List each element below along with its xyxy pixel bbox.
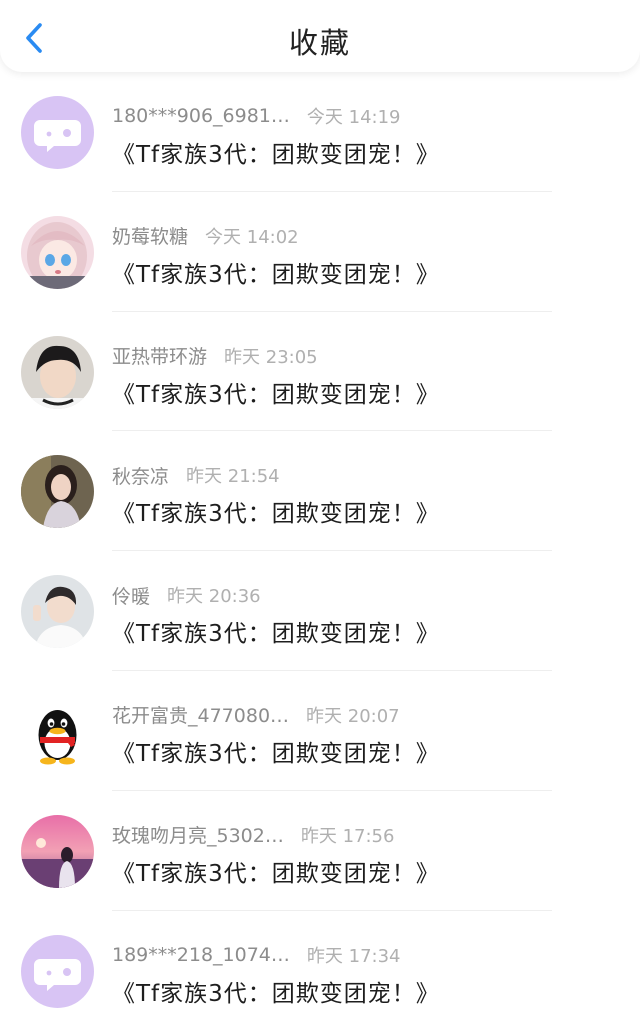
timestamp: 今天 14:02	[205, 226, 299, 248]
girl-avatar-image	[21, 455, 94, 529]
list-item[interactable]: 玫瑰吻月亮_5302… 昨天 17:56 《Tf家族3代：团欺变团宠！》	[0, 791, 640, 911]
avatar[interactable]	[21, 934, 94, 1008]
username[interactable]: 玫瑰吻月亮_5302…	[112, 821, 284, 848]
item-title: 《Tf家族3代：团欺变团宠！》	[112, 501, 440, 528]
sunset-girl-avatar-image	[21, 814, 94, 888]
list-item[interactable]: 189***218_1074… 昨天 17:34 《Tf家族3代：团欺变团宠！》	[0, 911, 640, 1030]
item-title: 《Tf家族3代：团欺变团宠！》	[112, 142, 440, 168]
username[interactable]: 亚热带环游	[112, 342, 207, 369]
avatar[interactable]	[21, 96, 94, 169]
header-bar: 收藏	[0, 0, 640, 72]
username[interactable]: 189***218_1074…	[112, 944, 290, 966]
qq-penguin-icon	[21, 694, 94, 768]
item-title: 《Tf家族3代：团欺变团宠！》	[112, 261, 440, 288]
page-title: 收藏	[288, 26, 351, 60]
item-meta: 玫瑰吻月亮_5302… 昨天 17:56	[112, 822, 394, 848]
item-meta: 秋奈凉 昨天 21:54	[112, 462, 280, 488]
username[interactable]: 秋奈凉	[112, 462, 169, 489]
timestamp: 今天 14:19	[306, 107, 401, 128]
item-title: 《Tf家族3代：团欺变团宠！》	[112, 381, 440, 408]
chat-bubble-avatar-icon	[21, 934, 94, 1008]
list-item[interactable]: 亚热带环游 昨天 23:05 《Tf家族3代：团欺变团宠！》	[0, 312, 640, 432]
timestamp: 昨天 21:54	[186, 466, 280, 488]
chat-bubble-avatar-icon	[21, 96, 94, 169]
username[interactable]: 180***906_6981…	[112, 105, 290, 127]
avatar[interactable]	[21, 694, 94, 768]
anime-girl-avatar-image	[21, 215, 94, 289]
timestamp: 昨天 23:05	[224, 346, 318, 368]
item-meta: 伶暖 昨天 20:36	[112, 582, 261, 608]
item-title: 《Tf家族3代：团欺变团宠！》	[112, 621, 440, 648]
item-meta: 亚热带环游 昨天 23:05	[112, 343, 318, 369]
timestamp: 昨天 20:07	[306, 705, 400, 727]
item-meta: 180***906_6981… 今天 14:19	[112, 103, 401, 129]
item-meta: 奶莓软糖 今天 14:02	[112, 223, 299, 249]
list-item[interactable]: 秋奈凉 昨天 21:54 《Tf家族3代：团欺变团宠！》	[0, 431, 640, 552]
username[interactable]: 奶莓软糖	[112, 222, 188, 249]
avatar[interactable]	[21, 575, 94, 649]
avatar[interactable]	[21, 335, 94, 409]
item-meta: 189***218_1074… 昨天 17:34	[112, 942, 401, 968]
list-item[interactable]: 伶暖 昨天 20:36 《Tf家族3代：团欺变团宠！》	[0, 551, 640, 671]
timestamp: 昨天 17:34	[306, 945, 401, 967]
timestamp: 昨天 20:36	[167, 586, 261, 608]
item-title: 《Tf家族3代：团欺变团宠！》	[112, 980, 440, 1007]
list-item[interactable]: 奶莓软糖 今天 14:02 《Tf家族3代：团欺变团宠！》	[0, 192, 640, 312]
list-item[interactable]: 180***906_6981… 今天 14:19 《Tf家族3代：团欺变团宠！》	[0, 72, 640, 192]
avatar[interactable]	[21, 814, 94, 888]
item-title: 《Tf家族3代：团欺变团宠！》	[112, 740, 440, 767]
boy-avatar-image	[21, 335, 94, 409]
avatar[interactable]	[21, 215, 94, 289]
timestamp: 昨天 17:56	[300, 825, 395, 847]
boy-peace-sign-avatar-image	[21, 575, 94, 649]
avatar[interactable]	[21, 455, 94, 529]
list-item[interactable]: 花开富贵_477080… 昨天 20:07 《Tf家族3代：团欺变团宠！》	[0, 671, 640, 791]
username[interactable]: 伶暖	[112, 582, 150, 609]
username[interactable]: 花开富贵_477080…	[112, 701, 289, 728]
favorites-list: 180***906_6981… 今天 14:19 《Tf家族3代：团欺变团宠！》…	[0, 72, 640, 1030]
item-title: 《Tf家族3代：团欺变团宠！》	[112, 860, 440, 887]
item-meta: 花开富贵_477080… 昨天 20:07	[112, 702, 400, 728]
